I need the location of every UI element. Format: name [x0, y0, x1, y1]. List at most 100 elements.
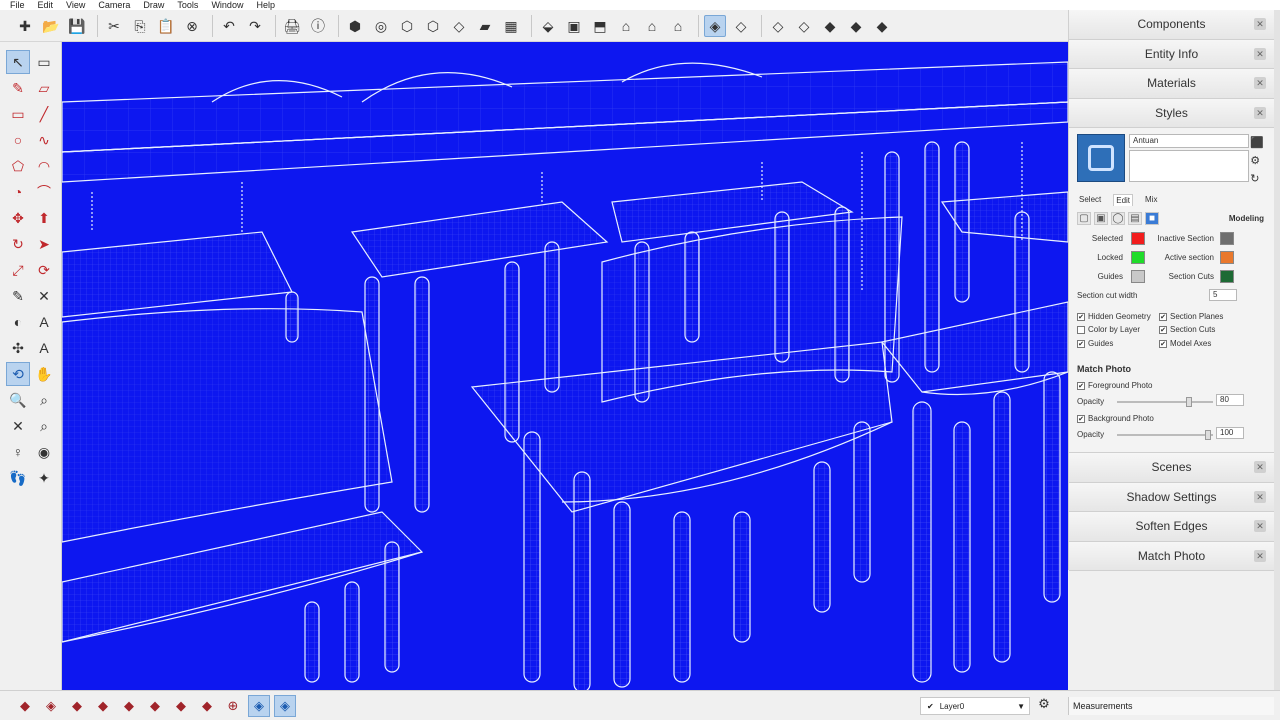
tab-select[interactable]: Select	[1077, 194, 1103, 206]
display-secondary-pane-icon[interactable]: ⬛	[1250, 136, 1264, 149]
save-icon[interactable]: 💾	[66, 15, 88, 37]
tray-scroll-strip[interactable]	[1274, 10, 1280, 690]
arc-icon[interactable]: ◠	[32, 154, 56, 178]
paste-icon[interactable]: 📋	[155, 15, 177, 37]
soften-edges-panel-header[interactable]: Soften Edges ✕	[1069, 512, 1274, 542]
position-camera-icon[interactable]: ♀	[6, 440, 30, 464]
previous-view-icon[interactable]: ⌕	[32, 414, 56, 438]
guides-color-swatch[interactable]	[1131, 270, 1145, 283]
wireframe-icon[interactable]: ◇	[767, 15, 789, 37]
right-view-icon[interactable]: ⌂	[615, 15, 637, 37]
guides-checkbox[interactable]: ✔ Guides	[1077, 339, 1113, 348]
background-opacity-field[interactable]: 100	[1216, 427, 1244, 439]
slider-handle[interactable]	[1186, 397, 1192, 407]
close-icon[interactable]: ✕	[1254, 18, 1266, 30]
model-viewport[interactable]	[62, 42, 1068, 690]
layer-selector[interactable]: ✔ Layer0 ▼	[920, 697, 1030, 715]
active-section-color-swatch[interactable]	[1220, 251, 1234, 264]
add-detail-icon[interactable]: ◆	[170, 695, 192, 717]
materials-panel-header[interactable]: Materials ✕	[1069, 69, 1274, 99]
push-pull-icon[interactable]: ⬆	[32, 206, 56, 230]
redo-icon[interactable]: ↷	[244, 15, 266, 37]
get-models-icon[interactable]: ⬡	[422, 15, 444, 37]
foreground-photo-checkbox[interactable]: ✔ Foreground Photo	[1077, 381, 1153, 390]
xray-bottom-icon[interactable]: ◈	[248, 694, 270, 717]
shaded-textures-icon[interactable]: ◆	[845, 15, 867, 37]
layer-settings-icon[interactable]: ⚙	[1034, 696, 1054, 716]
undo-icon[interactable]: ↶	[218, 15, 240, 37]
locked-color-swatch[interactable]	[1131, 251, 1145, 264]
modeling-settings-icon[interactable]: ■	[1145, 212, 1159, 225]
hidden-geometry-checkbox[interactable]: ✔ Hidden Geometry	[1077, 312, 1151, 321]
scale-icon[interactable]: ⤢	[6, 258, 30, 282]
scenes-panel-header[interactable]: Scenes ✕	[1069, 453, 1274, 483]
create-style-icon[interactable]: ⚙	[1250, 154, 1264, 167]
rotate-icon[interactable]: ↻	[6, 232, 30, 256]
section-cuts-checkbox[interactable]: ✔ Section Cuts	[1159, 325, 1215, 334]
print-icon[interactable]: 🖨	[281, 15, 303, 37]
inactive-section-color-swatch[interactable]	[1220, 232, 1234, 245]
copy-icon[interactable]: ⎘	[129, 15, 151, 37]
iso-view-icon[interactable]: ⬙	[537, 15, 559, 37]
background-opacity-slider[interactable]	[1117, 430, 1213, 440]
line-icon[interactable]: ╱	[32, 102, 56, 126]
pie-icon[interactable]: ◔	[6, 180, 30, 204]
section-cut-width-field[interactable]: 5	[1209, 289, 1237, 301]
close-icon[interactable]: ✕	[1254, 549, 1266, 562]
entity-info-panel-header[interactable]: Entity Info ✕	[1069, 39, 1274, 69]
freehand-icon[interactable]: ∿	[32, 128, 56, 152]
ruby-console-icon[interactable]: ◆	[14, 695, 36, 717]
model-info-icon[interactable]: ⓘ	[307, 15, 329, 37]
background-photo-checkbox[interactable]: ✔ Background Photo	[1077, 414, 1154, 423]
section-plane-icon[interactable]: ✦	[32, 466, 56, 490]
watermark-settings-icon[interactable]: ▤	[1128, 212, 1142, 225]
protractor-icon[interactable]: ◐	[6, 310, 30, 334]
warehouse-bottom-icon[interactable]: ◆	[92, 695, 114, 717]
zoom-window-icon[interactable]: ⌕	[32, 388, 56, 412]
menu-draw[interactable]: Draw	[143, 0, 164, 10]
rectangle-icon[interactable]: ▭	[6, 102, 30, 126]
cut-icon[interactable]: ✂	[103, 15, 125, 37]
model-axes-checkbox[interactable]: ✔ Model Axes	[1159, 339, 1211, 348]
update-style-icon[interactable]: ↻	[1250, 172, 1264, 185]
tape-measure-icon[interactable]: ✎	[6, 284, 30, 308]
section-planes-checkbox[interactable]: ✔ Section Planes	[1159, 312, 1223, 321]
open-folder-icon[interactable]: 📂	[40, 15, 62, 37]
foreground-opacity-field[interactable]: 80	[1216, 394, 1244, 406]
menu-tools[interactable]: Tools	[177, 0, 198, 10]
eraser-icon[interactable]: ▱	[32, 76, 56, 100]
chevron-down-icon[interactable]: ▼	[1017, 702, 1025, 711]
look-around-icon[interactable]: ◉	[32, 440, 56, 464]
selected-color-swatch[interactable]	[1131, 232, 1145, 245]
solid-tools-icon[interactable]: ◆	[66, 695, 88, 717]
close-icon[interactable]: ✕	[1254, 47, 1266, 60]
circle-icon[interactable]: ○	[6, 128, 30, 152]
menu-file[interactable]: File	[10, 0, 25, 10]
two-point-arc-icon[interactable]: ⌒	[32, 180, 56, 204]
front-view-icon[interactable]: ⬒	[589, 15, 611, 37]
orbit-icon[interactable]: ⟲	[6, 362, 30, 386]
axes-icon[interactable]: ✣	[6, 336, 30, 360]
make-component-icon[interactable]: ▭	[32, 50, 56, 74]
foreground-opacity-slider[interactable]	[1117, 397, 1213, 407]
ruby-icon[interactable]: ▦	[500, 15, 522, 37]
sandbox-icon[interactable]: ◈	[40, 695, 62, 717]
tab-edit[interactable]: Edit	[1113, 194, 1134, 206]
3d-text-icon[interactable]: A	[32, 336, 56, 360]
monochrome-icon[interactable]: ◆	[871, 15, 893, 37]
style-thumbnail[interactable]	[1077, 134, 1125, 182]
menu-edit[interactable]: Edit	[38, 0, 54, 10]
follow-me-icon[interactable]: ➤	[32, 232, 56, 256]
share-model-icon[interactable]: ◎	[370, 15, 392, 37]
extension-icon[interactable]: ◇	[448, 15, 470, 37]
left-view-icon[interactable]: ⌂	[667, 15, 689, 37]
match-photo-panel-header[interactable]: Match Photo ✕	[1069, 541, 1274, 571]
menu-help[interactable]: Help	[256, 0, 275, 10]
close-icon[interactable]: ✕	[1254, 461, 1266, 473]
background-settings-icon[interactable]: ◯	[1111, 212, 1125, 225]
dimension-icon[interactable]: ✕	[32, 284, 56, 308]
flip-edge-icon[interactable]: ◆	[196, 695, 218, 717]
paint-bucket-icon[interactable]: ✎	[6, 76, 30, 100]
measurements-box[interactable]: Measurements	[1068, 697, 1274, 715]
menu-window[interactable]: Window	[211, 0, 243, 10]
